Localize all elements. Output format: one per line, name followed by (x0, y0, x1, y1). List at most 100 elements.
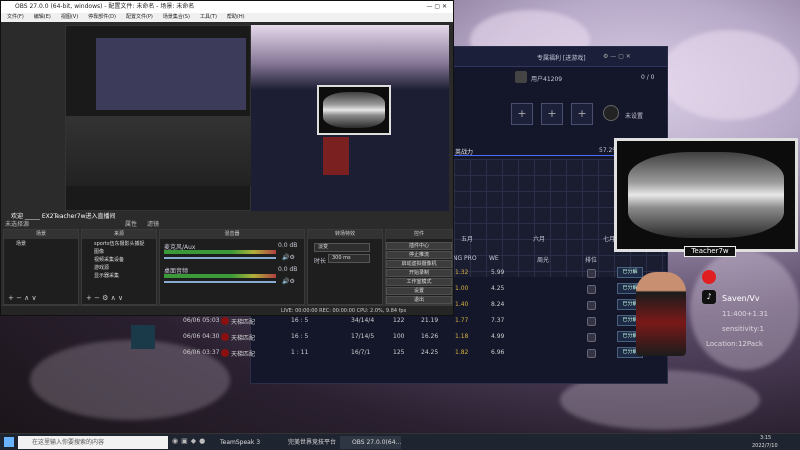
mode-icon (221, 349, 229, 357)
cell-score: 16 : 5 (291, 317, 309, 324)
question-icon[interactable] (587, 285, 596, 294)
control-button[interactable]: 停止推流 (386, 251, 452, 259)
scenes-header: 场景 (4, 230, 78, 239)
controls-panel: 控件 插件中心 停止推流 启动虚拟摄像机 开始录制 工作室模式 设置 退出 (385, 229, 453, 305)
scene-item[interactable]: 场景 (4, 240, 78, 248)
mixer-header: 混音器 (160, 230, 304, 239)
speaker-icon[interactable]: 🔊⚙ (282, 254, 295, 261)
control-button[interactable]: 插件中心 (386, 242, 452, 250)
question-icon[interactable] (587, 333, 596, 342)
cell-n2: 1.40 (455, 301, 469, 308)
tiktok-icon: ♪ (702, 290, 716, 304)
source-item[interactable]: 游戏源 (82, 264, 156, 272)
track-level: 0.0 dB (278, 242, 298, 249)
window-controls-icon[interactable]: ⚙ — ▢ ✕ (603, 53, 631, 60)
control-button[interactable]: 设置 (386, 287, 452, 295)
question-icon[interactable] (587, 269, 596, 278)
transition-select[interactable]: 淡变 (314, 243, 370, 252)
question-icon[interactable] (587, 317, 596, 326)
duration-label: 时长 (314, 258, 327, 265)
window-title: OBS 27.0.0 (64-bit, windows) - 配置文件: 未命名… (15, 3, 195, 10)
volume-meter (164, 274, 276, 278)
streamer-image (636, 272, 686, 356)
menu-item[interactable]: 视图(V) (61, 14, 78, 20)
add-slot-button[interactable]: + (571, 103, 593, 125)
source-item[interactable]: 显示器采集 (82, 272, 156, 280)
menu-item[interactable]: 场景集合(S) (163, 14, 190, 20)
source-item[interactable]: sports伍东摄影头捕捉 (82, 240, 156, 248)
sources-panel: 来源 sports伍东摄影头捕捉 图像 视频采集设备 游戏源 显示器采集 + − ⚙ ∧… (81, 229, 157, 305)
cell-n3: 8.24 (491, 301, 505, 308)
source-item[interactable]: 图像 (82, 248, 156, 256)
source-item[interactable]: 视频采集设备 (82, 256, 156, 264)
taskbar-app[interactable]: TeamSpeak 3 (208, 436, 260, 449)
question-icon[interactable] (587, 349, 596, 358)
cell-n2: 1.18 (455, 333, 469, 340)
control-button[interactable]: 开始录制 (386, 269, 452, 277)
properties-button[interactable]: 属性 (125, 219, 137, 228)
status-button[interactable]: 已分解 (617, 267, 643, 278)
menu-item[interactable]: 文件(F) (7, 14, 24, 20)
unbound-label: 未设置 (625, 113, 644, 120)
mode-icon (221, 317, 229, 325)
cell-kda: 17/14/5 (351, 333, 375, 340)
taskbar-search[interactable]: 在这里输入你要搜索的内容 (18, 436, 168, 449)
volume-slider[interactable] (164, 281, 276, 283)
windows-start-icon[interactable] (4, 437, 14, 447)
webcam-preview (317, 85, 391, 135)
table-row: 06/06 03:37 天梯匹配 1 : 11 16/7/1 125 24.25 1.82 6… (183, 345, 669, 361)
question-icon[interactable] (587, 301, 596, 310)
cell-n1b: 21.19 (421, 317, 439, 324)
menu-item[interactable]: 编辑(E) (34, 14, 51, 20)
webcam-overlay (614, 138, 798, 252)
bind-icon[interactable] (603, 105, 619, 121)
cell-score: 16 : 5 (291, 333, 309, 340)
control-button[interactable]: 启动虚拟摄像机 (386, 260, 452, 268)
taskbar-app[interactable]: 完美世界竞技平台 (276, 436, 336, 449)
cell-date: 06/06 03:37 (183, 349, 220, 356)
taskbar: 在这里输入你要搜索的内容 ◉▣◆● TeamSpeak 3 完美世界竞技平台 O… (0, 433, 800, 450)
col-header: 周光 (537, 257, 550, 264)
speaker-icon[interactable]: 🔊⚙ (282, 278, 295, 285)
taskbar-app[interactable]: OBS 27.0.0(64... (340, 436, 402, 449)
add-slot-button[interactable]: + (511, 103, 533, 125)
overlay-line: Location:12Pack (706, 340, 763, 348)
counter: 0 / 0 (641, 74, 655, 81)
social-handle: Saven/Vv (722, 294, 760, 303)
no-source-label: 未选择源 (5, 221, 30, 228)
clock-time: 3:15 (760, 435, 772, 441)
menu-item[interactable]: 工具(T) (200, 14, 217, 20)
control-button[interactable]: 工作室模式 (386, 278, 452, 286)
control-button[interactable]: 退出 (386, 296, 452, 304)
source-toolbar[interactable]: + − ⚙ ∧ ∨ (86, 294, 123, 302)
cell-mode: 天梯匹配 (231, 351, 256, 358)
overlay-line: sensitivity:1 (722, 325, 764, 333)
controls-header: 控件 (386, 230, 452, 239)
status-bar: LIVE: 00:00:00 REC: 00:00:00 CPU: 2.0%, … (1, 305, 453, 315)
window-controls-icon[interactable]: — ▢ ✕ (426, 1, 447, 13)
cell-date: 06/06 05:03 (183, 317, 220, 324)
duration-input[interactable]: 300 ms (328, 254, 370, 263)
scene-toolbar[interactable]: + − ∧ ∨ (8, 294, 37, 302)
cell-mode: 天梯匹配 (231, 335, 256, 342)
overlay-line: 11:400+1.31 (722, 310, 769, 318)
month-label: 六月 (533, 236, 546, 243)
volume-meter (164, 250, 276, 254)
cell-n3: 7.37 (491, 317, 505, 324)
cell-n3: 5.99 (491, 269, 505, 276)
menu-item[interactable]: 帮助(H) (227, 14, 245, 20)
game-logo (131, 325, 155, 349)
add-slot-button[interactable]: + (541, 103, 563, 125)
weibo-icon (702, 270, 716, 284)
menu-item[interactable]: 配置文件(P) (126, 14, 153, 20)
cell-n2: 1.32 (455, 269, 469, 276)
obs-preview[interactable] (65, 25, 252, 211)
nested-obs (66, 116, 252, 186)
cell-kda: 16/7/1 (351, 349, 371, 356)
filters-button[interactable]: 滤镜 (147, 219, 159, 228)
cell-n3: 6.96 (491, 349, 505, 356)
cell-kda: 34/14/4 (351, 317, 375, 324)
volume-slider[interactable] (164, 257, 276, 259)
cell-mode: 天梯匹配 (231, 319, 256, 326)
menu-item[interactable]: 停靠部件(D) (88, 14, 116, 20)
